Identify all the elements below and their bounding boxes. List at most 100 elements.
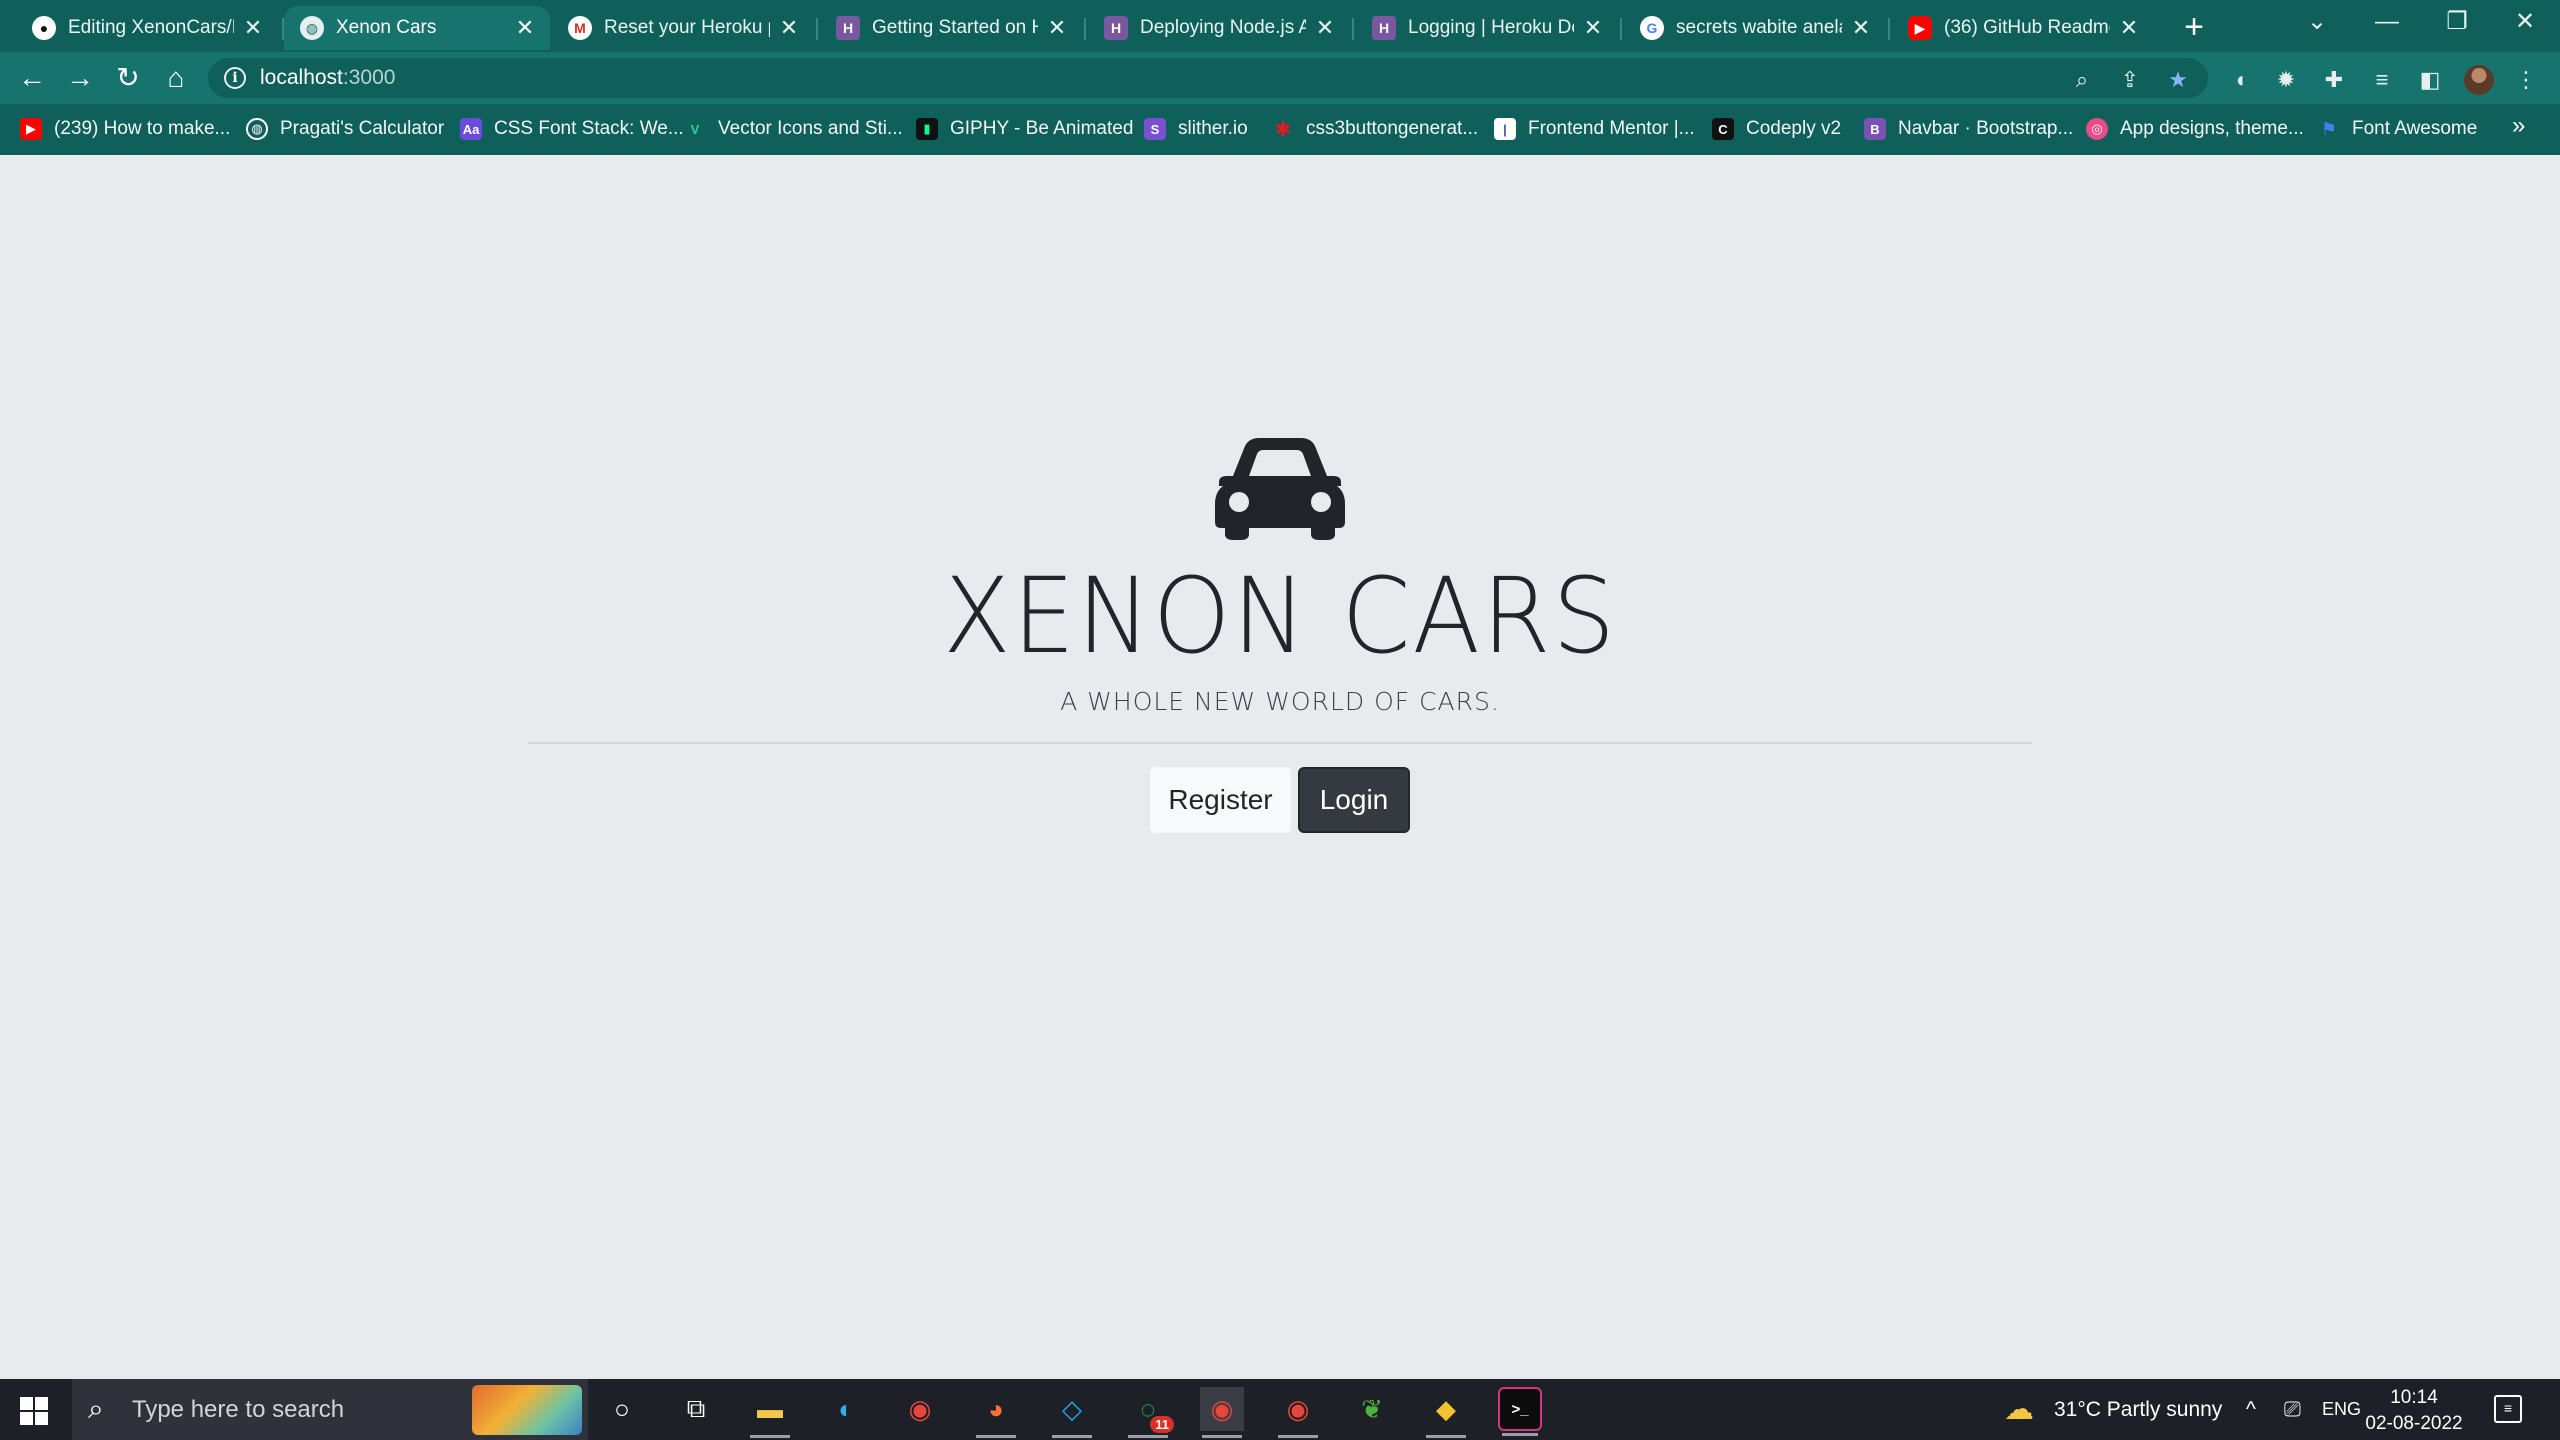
tab-title: Xenon Cars — [336, 17, 437, 38]
close-icon[interactable]: ✕ — [242, 15, 264, 40]
forward-arrow-icon[interactable]: → — [62, 60, 98, 96]
extensions-puzzle-icon[interactable]: ✚ — [2320, 66, 2348, 94]
login-button[interactable]: Login — [1298, 767, 1410, 833]
bookmark-item[interactable]: ▮ GIPHY - Be Animated — [916, 116, 1133, 142]
git-icon[interactable]: ◆ — [1424, 1387, 1468, 1438]
bookmark-label: (239) How to make... — [54, 118, 231, 139]
heroku-icon: H — [1372, 16, 1396, 40]
network-icon[interactable]: ⎚ — [2284, 1379, 2301, 1440]
vscode-icon[interactable]: ◇ — [1050, 1387, 1094, 1438]
firefox-icon[interactable]: ◕ — [974, 1387, 1018, 1438]
bookmark-label: slither.io — [1178, 118, 1248, 139]
bookmark-item[interactable]: V Vector Icons and Sti... — [684, 116, 903, 142]
chrome-profile-icon[interactable]: ◉ — [1276, 1387, 1320, 1438]
bookmarks-overflow-icon[interactable]: » — [2512, 112, 2525, 140]
extension-icon[interactable]: ◖ — [2226, 66, 2254, 94]
tab-separator — [1352, 18, 1354, 40]
register-button[interactable]: Register — [1150, 767, 1291, 833]
bookmark-item[interactable]: ✱ css3buttongenerat... — [1272, 116, 1479, 142]
tab-title: secrets wabite anela y — [1676, 17, 1842, 38]
close-icon[interactable]: ✕ — [1582, 15, 1604, 40]
chrome-dev-icon[interactable]: ◉ — [1200, 1387, 1244, 1438]
close-icon[interactable]: ✕ — [2118, 15, 2140, 40]
tab-google-search[interactable]: G secrets wabite anela y ✕ — [1624, 6, 1886, 50]
url-text[interactable]: localhost:3000 — [260, 66, 395, 90]
settings-gear-icon[interactable]: ✹ — [2272, 66, 2300, 94]
car-icon — [1215, 438, 1345, 540]
tab-logging-heroku[interactable]: H Logging | Heroku De ✕ — [1356, 6, 1618, 50]
codeply-icon: C — [1712, 118, 1734, 140]
zoom-icon[interactable]: ⌕ — [2068, 66, 2096, 94]
window-close-icon[interactable]: ✕ — [2490, 0, 2560, 44]
whatsapp-icon[interactable]: ◌ 11 — [1126, 1387, 1174, 1438]
mongodb-icon[interactable]: ❦ — [1350, 1387, 1394, 1431]
close-icon[interactable]: ✕ — [1314, 15, 1336, 40]
bookmark-star-icon[interactable]: ★ — [2164, 66, 2192, 94]
avatar[interactable] — [2464, 65, 2494, 95]
tab-separator — [1888, 18, 1890, 40]
bookmark-item[interactable]: Sslither.io — [1144, 116, 1248, 142]
bookmark-label: Navbar · Bootstrap... — [1898, 118, 2074, 139]
cortana-icon[interactable]: ○ — [600, 1387, 644, 1431]
bookmark-item[interactable]: C Codeply v2 — [1712, 116, 1841, 142]
close-icon[interactable]: ✕ — [778, 15, 800, 40]
bookmark-label: Codeply v2 — [1746, 118, 1842, 139]
tab-youtube-readme[interactable]: ▶ (36) GitHub Readme I ✕ — [1892, 6, 2154, 50]
dribbble-icon: ◎ — [2086, 118, 2108, 140]
restore-icon[interactable]: ❐ — [2422, 0, 2492, 44]
bookmark-item[interactable]: ⚑ Font Awesome — [2318, 116, 2477, 142]
bookmark-label: Frontend Mentor |... — [1528, 118, 1695, 139]
back-arrow-icon[interactable]: ← — [14, 60, 50, 96]
vecteezy-icon: V — [690, 121, 700, 137]
tray-chevron-icon[interactable]: ^ — [2246, 1379, 2256, 1440]
bookmark-item[interactable]: ◎ App designs, theme... — [2086, 116, 2304, 142]
tab-reset-heroku[interactable]: M Reset your Heroku pa ✕ — [552, 6, 814, 50]
minimize-icon[interactable]: — — [2352, 0, 2422, 44]
bookmark-item[interactable]: ▶ (239) How to make... — [20, 116, 230, 142]
bookmark-item[interactable]: Aa CSS Font Stack: We... — [460, 116, 684, 142]
tab-xenon-cars[interactable]: ◍ Xenon Cars ✕ — [284, 6, 550, 50]
language-indicator[interactable]: ENG — [2322, 1379, 2361, 1440]
browser-toolbar: ← → ↻ ⌂ i localhost:3000 ⌕ ⇪ ★ ◖ ✹ ✚ ≡ ◧… — [0, 52, 2560, 104]
weather-icon[interactable]: ☁ — [2004, 1379, 2034, 1440]
heroku-icon: H — [836, 16, 860, 40]
file-explorer-icon[interactable]: ▬ — [748, 1387, 792, 1438]
home-icon[interactable]: ⌂ — [158, 60, 194, 96]
notification-center-icon[interactable]: ≡ — [2494, 1395, 2522, 1423]
globe-icon: ◍ — [300, 16, 324, 40]
search-highlight-illustration[interactable] — [472, 1385, 582, 1435]
tab-getting-started-heroku[interactable]: H Getting Started on He ✕ — [820, 6, 1082, 50]
media-control-icon[interactable]: ≡ — [2368, 66, 2396, 94]
clock[interactable]: 10:14 02-08-2022 — [2364, 1385, 2464, 1437]
terminal-icon[interactable]: >_ — [1498, 1387, 1542, 1436]
close-icon[interactable]: ✕ — [514, 15, 536, 40]
tab-github-editing[interactable]: ● Editing XenonCars/RE ✕ — [16, 6, 278, 50]
slither-icon: S — [1144, 118, 1166, 140]
windows-start-icon[interactable] — [20, 1397, 48, 1425]
new-tab-button[interactable]: + — [2176, 10, 2212, 46]
url-host: localhost — [260, 66, 343, 89]
kebab-menu-icon[interactable]: ⋮ — [2512, 66, 2540, 94]
bookmark-item[interactable]: B Navbar · Bootstrap... — [1864, 116, 2073, 142]
tab-deploying-nodejs[interactable]: H Deploying Node.js Ap ✕ — [1088, 6, 1350, 50]
taskbar-search-input[interactable]: ⌕ Type here to search — [72, 1379, 588, 1440]
close-icon[interactable]: ✕ — [1850, 15, 1872, 40]
search-icon: ⌕ — [88, 1393, 104, 1424]
tab-search-chevron-icon[interactable]: ⌄ — [2282, 0, 2352, 44]
share-icon[interactable]: ⇪ — [2116, 66, 2144, 94]
address-bar[interactable]: i localhost:3000 ⌕ ⇪ ★ — [208, 58, 2208, 98]
reload-icon[interactable]: ↻ — [110, 60, 146, 96]
tab-separator — [1084, 18, 1086, 40]
side-panel-icon[interactable]: ◧ — [2416, 66, 2444, 94]
weather-text[interactable]: 31°C Partly sunny — [2054, 1379, 2222, 1440]
task-view-icon[interactable]: ⧉ — [674, 1387, 718, 1431]
site-info-icon[interactable]: i — [224, 67, 246, 89]
close-icon[interactable]: ✕ — [1046, 15, 1068, 40]
bookmark-item[interactable]: | Frontend Mentor |... — [1494, 116, 1695, 142]
chrome-icon[interactable]: ◉ — [898, 1387, 942, 1431]
tab-title: Getting Started on He — [872, 17, 1038, 38]
bookmark-item[interactable]: ◍ Pragati's Calculator — [246, 116, 444, 142]
hero-section: XENON CARS A WHOLE NEW WORLD OF CARS. Re… — [0, 155, 2560, 1379]
edge-icon[interactable]: ◐ — [824, 1387, 868, 1431]
bootstrap-icon: B — [1864, 118, 1886, 140]
